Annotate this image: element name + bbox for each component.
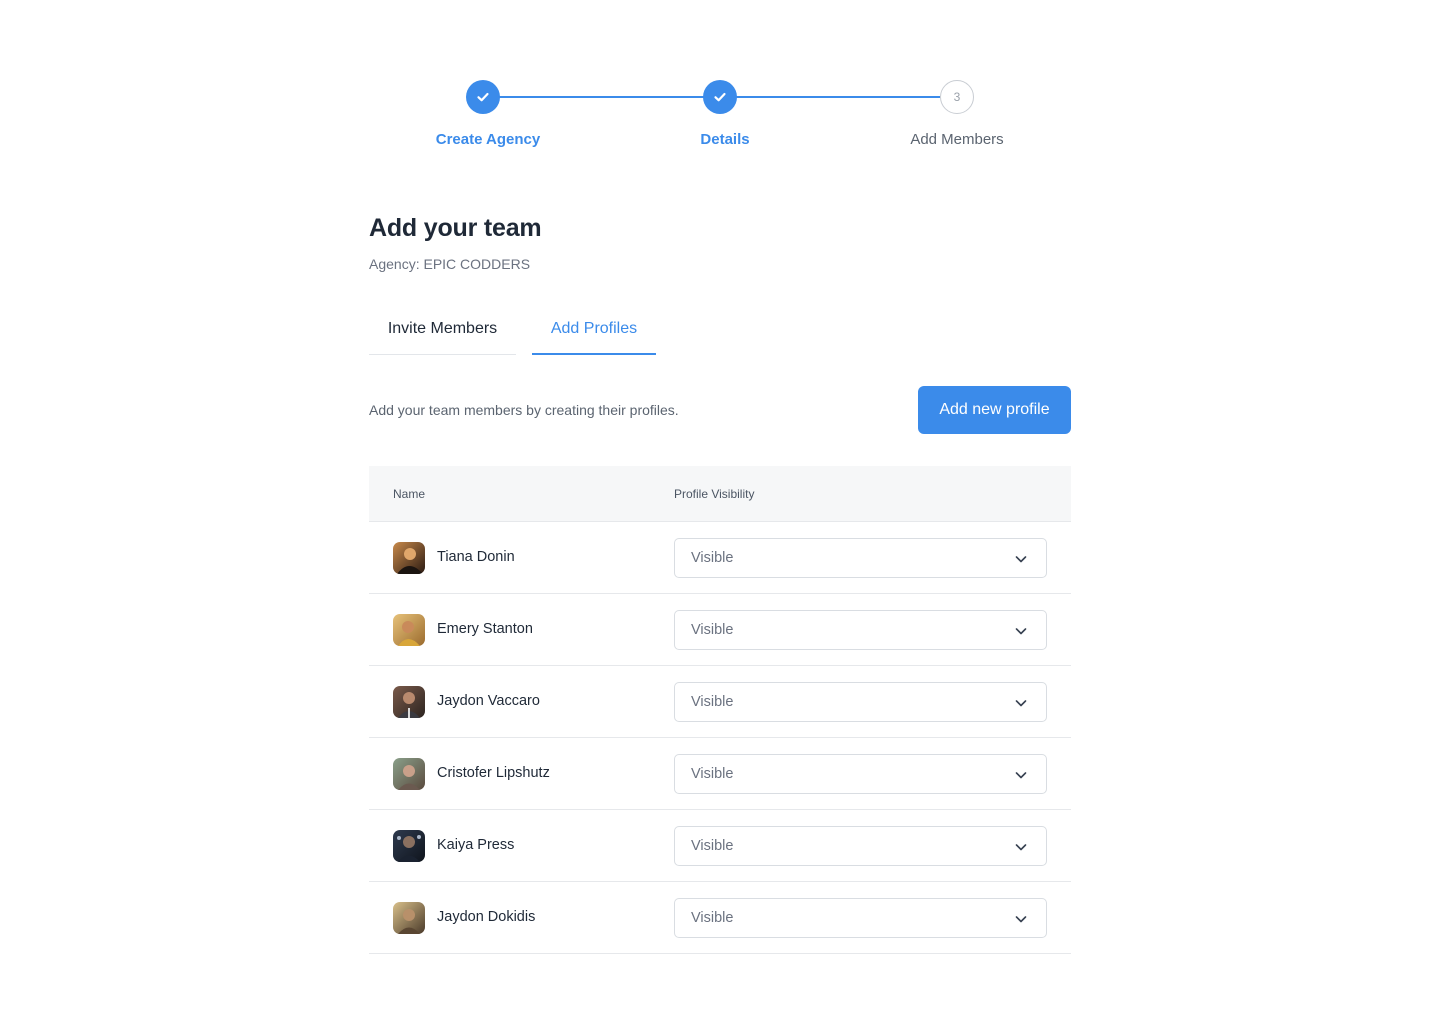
avatar <box>393 686 425 718</box>
member-name: Jaydon Dokidis <box>437 909 536 925</box>
step-label-add-members[interactable]: Add Members <box>910 131 1003 148</box>
avatar <box>393 902 425 934</box>
add-new-profile-button[interactable]: Add new profile <box>918 386 1071 434</box>
chevron-down-icon <box>1015 556 1027 563</box>
tab-invite-members[interactable]: Invite Members <box>369 320 516 355</box>
agency-name: Agency: EPIC CODDERS <box>369 256 531 272</box>
visibility-value: Visible <box>691 694 734 710</box>
member-name: Cristofer Lipshutz <box>437 765 550 781</box>
table-row: Kaiya Press Visible <box>369 810 1071 882</box>
step-3-number[interactable]: 3 <box>940 80 974 114</box>
avatar <box>393 830 425 862</box>
visibility-value: Visible <box>691 910 734 926</box>
page-title: Add your team <box>369 214 542 242</box>
chevron-down-icon <box>1015 628 1027 635</box>
visibility-select[interactable]: Visible <box>674 754 1047 794</box>
column-header-name: Name <box>393 487 426 501</box>
table-row: Emery Stanton Visible <box>369 594 1071 666</box>
member-name: Kaiya Press <box>437 837 515 853</box>
step-1-complete-check-icon[interactable] <box>466 80 500 114</box>
member-name: Jaydon Vaccaro <box>437 693 540 709</box>
visibility-value: Visible <box>691 766 734 782</box>
table-row: Cristofer Lipshutz Visible <box>369 738 1071 810</box>
avatar <box>393 758 425 790</box>
progress-stepper: 3 Create Agency Details Add Members <box>0 0 1440 170</box>
section-description: Add your team members by creating their … <box>369 402 679 418</box>
step-label-create-agency[interactable]: Create Agency <box>436 131 541 148</box>
step-label-details[interactable]: Details <box>700 131 749 148</box>
step-connector <box>736 96 940 98</box>
profiles-table: Name Profile Visibility Tiana Donin Visi… <box>369 466 1071 954</box>
table-row: Jaydon Vaccaro Visible <box>369 666 1071 738</box>
table-row: Tiana Donin Visible <box>369 522 1071 594</box>
visibility-value: Visible <box>691 622 734 638</box>
table-row: Jaydon Dokidis Visible <box>369 882 1071 954</box>
member-name: Emery Stanton <box>437 621 533 637</box>
column-header-profile-visibility: Profile Visibility <box>674 487 755 501</box>
chevron-down-icon <box>1015 700 1027 707</box>
visibility-select[interactable]: Visible <box>674 898 1047 938</box>
visibility-select[interactable]: Visible <box>674 682 1047 722</box>
chevron-down-icon <box>1015 772 1027 779</box>
step-2-complete-check-icon[interactable] <box>703 80 737 114</box>
visibility-select[interactable]: Visible <box>674 826 1047 866</box>
visibility-value: Visible <box>691 550 734 566</box>
tab-add-profiles[interactable]: Add Profiles <box>532 320 656 355</box>
step-connector <box>498 96 704 98</box>
avatar <box>393 542 425 574</box>
visibility-value: Visible <box>691 838 734 854</box>
avatar <box>393 614 425 646</box>
member-name: Tiana Donin <box>437 549 515 565</box>
chevron-down-icon <box>1015 916 1027 923</box>
chevron-down-icon <box>1015 844 1027 851</box>
table-header: Name Profile Visibility <box>369 466 1071 522</box>
visibility-select[interactable]: Visible <box>674 610 1047 650</box>
visibility-select[interactable]: Visible <box>674 538 1047 578</box>
